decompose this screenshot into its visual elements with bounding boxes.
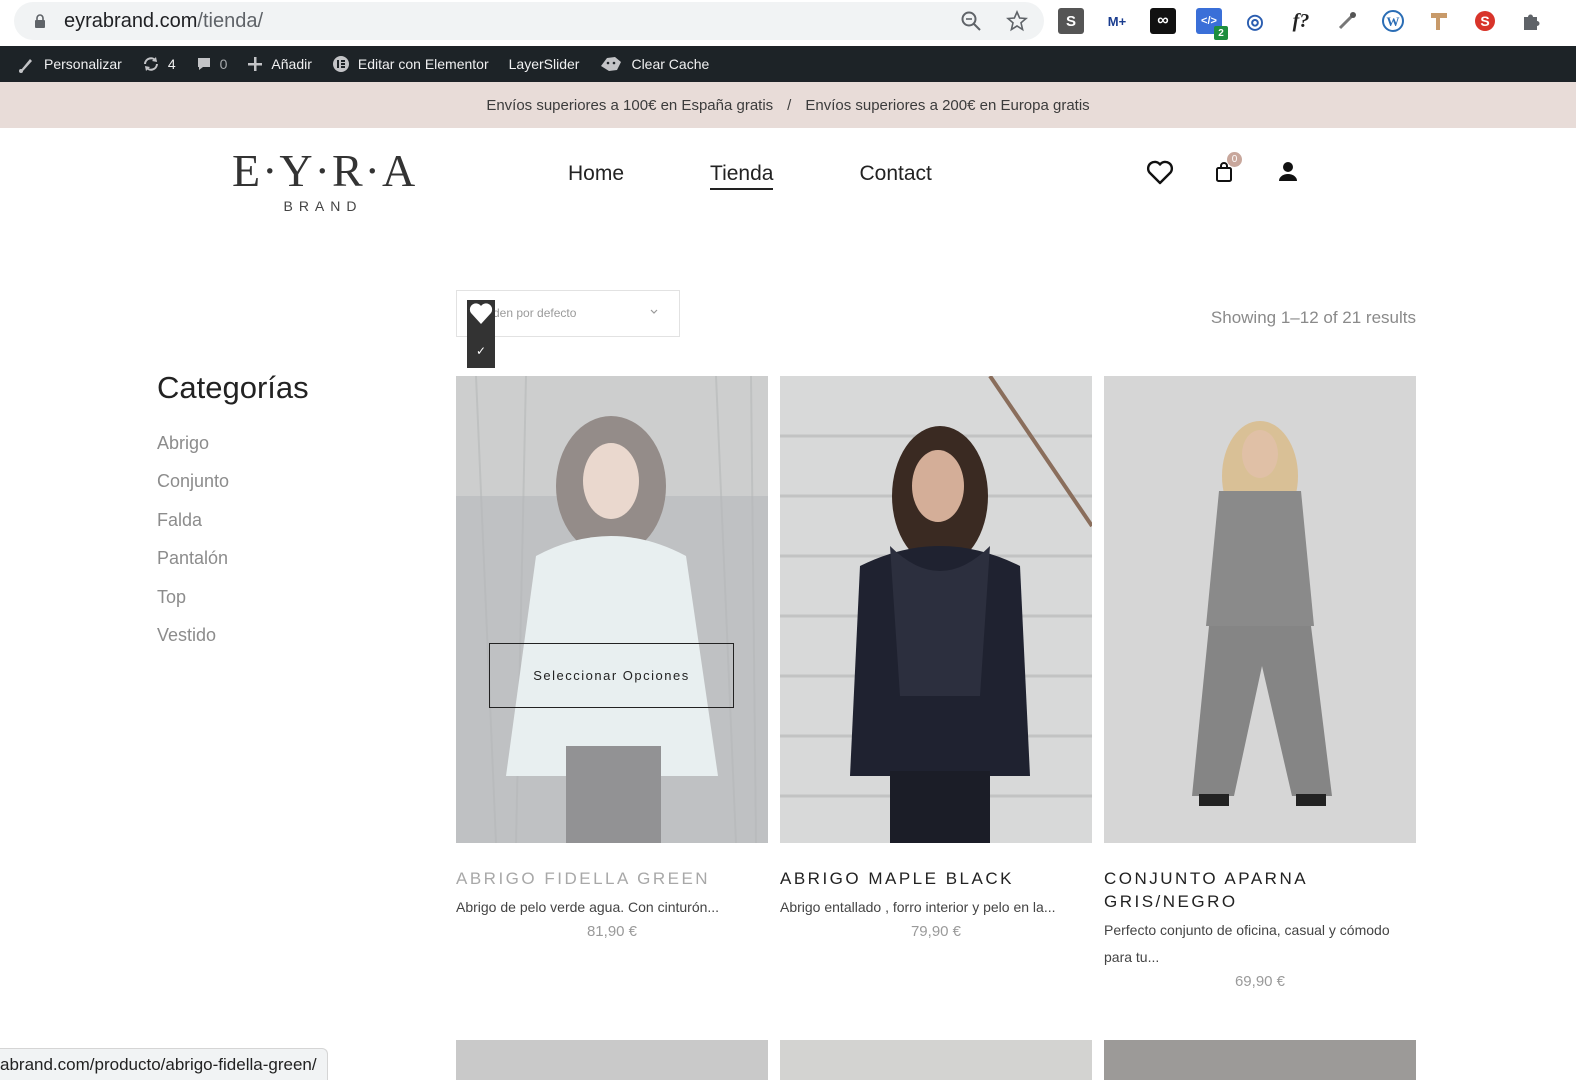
admin-layerslider[interactable]: LayerSlider: [509, 56, 580, 72]
nav-tienda[interactable]: Tienda: [710, 162, 774, 190]
product-image-row2[interactable]: [780, 1040, 1092, 1080]
ext-font-icon[interactable]: f?: [1288, 8, 1314, 34]
main-nav: Home Tienda Contact: [568, 162, 1018, 190]
product-card[interactable]: ABRIGO MAPLE BLACK Abrigo entallado , fo…: [780, 376, 1092, 940]
ext-target-icon[interactable]: ◎: [1242, 8, 1268, 34]
image-hover-overlay: [456, 376, 768, 843]
lock-icon: [35, 14, 45, 28]
url-text: eyrabrand.com/tienda/: [64, 10, 263, 33]
category-link-vestido[interactable]: Vestido: [157, 622, 229, 660]
category-link-pantalon[interactable]: Pantalón: [157, 545, 229, 583]
product-photo-grey-suit: [1104, 376, 1416, 843]
bookmark-star-icon[interactable]: [1006, 10, 1028, 32]
product-title[interactable]: CONJUNTO APARNA GRIS/NEGRO: [1104, 867, 1416, 913]
header-icons: 0: [1146, 152, 1338, 186]
product-card[interactable]: Seleccionar Opciones ABRIGO FIDELLA GREE…: [456, 376, 768, 940]
product-photo-black-coat: [780, 376, 1092, 843]
heart-filled-icon: [469, 303, 493, 324]
check-icon: ✓: [475, 344, 487, 358]
product-title[interactable]: ABRIGO MAPLE BLACK: [780, 867, 1092, 890]
wordpress-icon[interactable]: W: [1380, 8, 1406, 34]
admin-elementor[interactable]: Editar con Elementor: [332, 55, 489, 73]
product-price: 81,90 €: [586, 923, 638, 940]
admin-comments-count: 0: [219, 56, 228, 72]
results-count: Showing 1–12 of 21 results: [1210, 308, 1416, 327]
product-title[interactable]: ABRIGO FIDELLA GREEN: [456, 867, 768, 890]
admin-clear-cache-label: Clear Cache: [631, 56, 710, 72]
product-price: 79,90 €: [910, 923, 962, 940]
select-options-button[interactable]: Seleccionar Opciones: [489, 643, 734, 708]
svg-text:S: S: [1480, 13, 1489, 29]
admin-customize[interactable]: Personalizar: [18, 55, 122, 73]
comment-icon: [197, 58, 210, 70]
product-image[interactable]: [780, 376, 1092, 843]
admin-comments[interactable]: 0: [196, 56, 228, 72]
wishlist-heart-icon[interactable]: [1146, 158, 1174, 186]
zoom-icon[interactable]: [960, 10, 982, 32]
admin-add-new[interactable]: Añadir: [247, 56, 312, 72]
ext-movistar-icon[interactable]: M+: [1104, 8, 1130, 34]
account-user-icon[interactable]: [1274, 158, 1302, 186]
product-description: Abrigo entallado , forro interior y pelo…: [780, 899, 1056, 915]
cart-count-badge: 0: [1227, 152, 1242, 167]
admin-customize-label: Personalizar: [44, 56, 122, 72]
sort-select-value: den por defecto: [493, 306, 577, 320]
admin-updates-count: 4: [167, 56, 176, 72]
plus-icon: [248, 57, 263, 71]
product-image-row2[interactable]: [1104, 1040, 1416, 1080]
category-link-top[interactable]: Top: [157, 584, 229, 622]
nav-home[interactable]: Home: [568, 162, 624, 190]
url-path: /tienda/: [197, 10, 264, 32]
category-link-falda[interactable]: Falda: [157, 507, 229, 545]
ext-infinity-icon[interactable]: ∞: [1150, 8, 1176, 34]
category-link-abrigo[interactable]: Abrigo: [157, 430, 229, 468]
categories-title: Categorías: [157, 370, 309, 405]
ext-badge: 2: [1214, 26, 1228, 40]
extensions-row: S M+ ∞ </> 2 ◎ f? W S: [1058, 4, 1564, 40]
admin-layerslider-label: LayerSlider: [508, 56, 580, 72]
shipping-separator: /: [787, 96, 792, 114]
site-logo[interactable]: E·Y·R·A BRAND: [232, 145, 418, 215]
admin-add-new-label: Añadir: [271, 56, 312, 72]
category-list: Abrigo Conjunto Falda Pantalón Top Vesti…: [157, 430, 229, 660]
ext-s-icon[interactable]: S: [1058, 8, 1084, 34]
brush-icon: [19, 59, 32, 73]
link-status-bar: abrand.com/producto/abrigo-fidella-green…: [0, 1048, 328, 1080]
address-bar[interactable]: eyrabrand.com/tienda/: [14, 2, 1044, 40]
logo-subtitle: BRAND: [283, 198, 363, 214]
product-description: Abrigo de pelo verde agua. Con cinturón.…: [456, 899, 720, 915]
wp-admin-bar: Personalizar 4 0 Añadir Editar con Eleme…: [0, 46, 1576, 82]
cart-icon[interactable]: 0: [1210, 152, 1242, 186]
product-card[interactable]: CONJUNTO APARNA GRIS/NEGRO Perfecto conj…: [1104, 376, 1416, 990]
tool-icon[interactable]: [1426, 8, 1452, 34]
puzzle-icon[interactable]: [1518, 8, 1544, 34]
chevron-down-icon: [650, 309, 658, 314]
shipping-europe: Envíos superiores a 200€ en Europa grati…: [805, 96, 1090, 114]
refresh-icon: [143, 57, 158, 71]
svg-text:W: W: [1387, 14, 1400, 29]
admin-elementor-label: Editar con Elementor: [357, 56, 489, 72]
logo-wordmark: E·Y·R·A: [232, 145, 418, 196]
elementor-icon: [332, 56, 349, 72]
admin-updates[interactable]: 4: [142, 55, 176, 73]
eyedropper-icon[interactable]: [1334, 8, 1360, 34]
product-image[interactable]: [1104, 376, 1416, 843]
cheetah-icon: [601, 57, 622, 71]
product-image-row2[interactable]: [456, 1040, 768, 1080]
browser-toolbar: eyrabrand.com/tienda/ S M+ ∞ </> 2 ◎ f? …: [0, 0, 1576, 46]
nav-contact[interactable]: Contact: [859, 162, 931, 190]
product-image[interactable]: Seleccionar Opciones: [456, 376, 768, 843]
admin-clear-cache[interactable]: Clear Cache: [599, 54, 709, 74]
category-link-conjunto[interactable]: Conjunto: [157, 468, 229, 506]
shipping-banner: Envíos superiores a 100€ en España grati…: [0, 82, 1576, 128]
wishlist-added-popup: ✓: [467, 300, 495, 368]
seo-icon[interactable]: S: [1472, 8, 1498, 34]
shipping-spain: Envíos superiores a 100€ en España grati…: [486, 96, 774, 114]
product-description: Perfecto conjunto de oficina, casual y c…: [1104, 922, 1390, 965]
ext-code-icon[interactable]: </> 2: [1196, 8, 1228, 40]
url-host: eyrabrand.com: [64, 10, 198, 32]
product-price: 69,90 €: [1234, 973, 1286, 990]
